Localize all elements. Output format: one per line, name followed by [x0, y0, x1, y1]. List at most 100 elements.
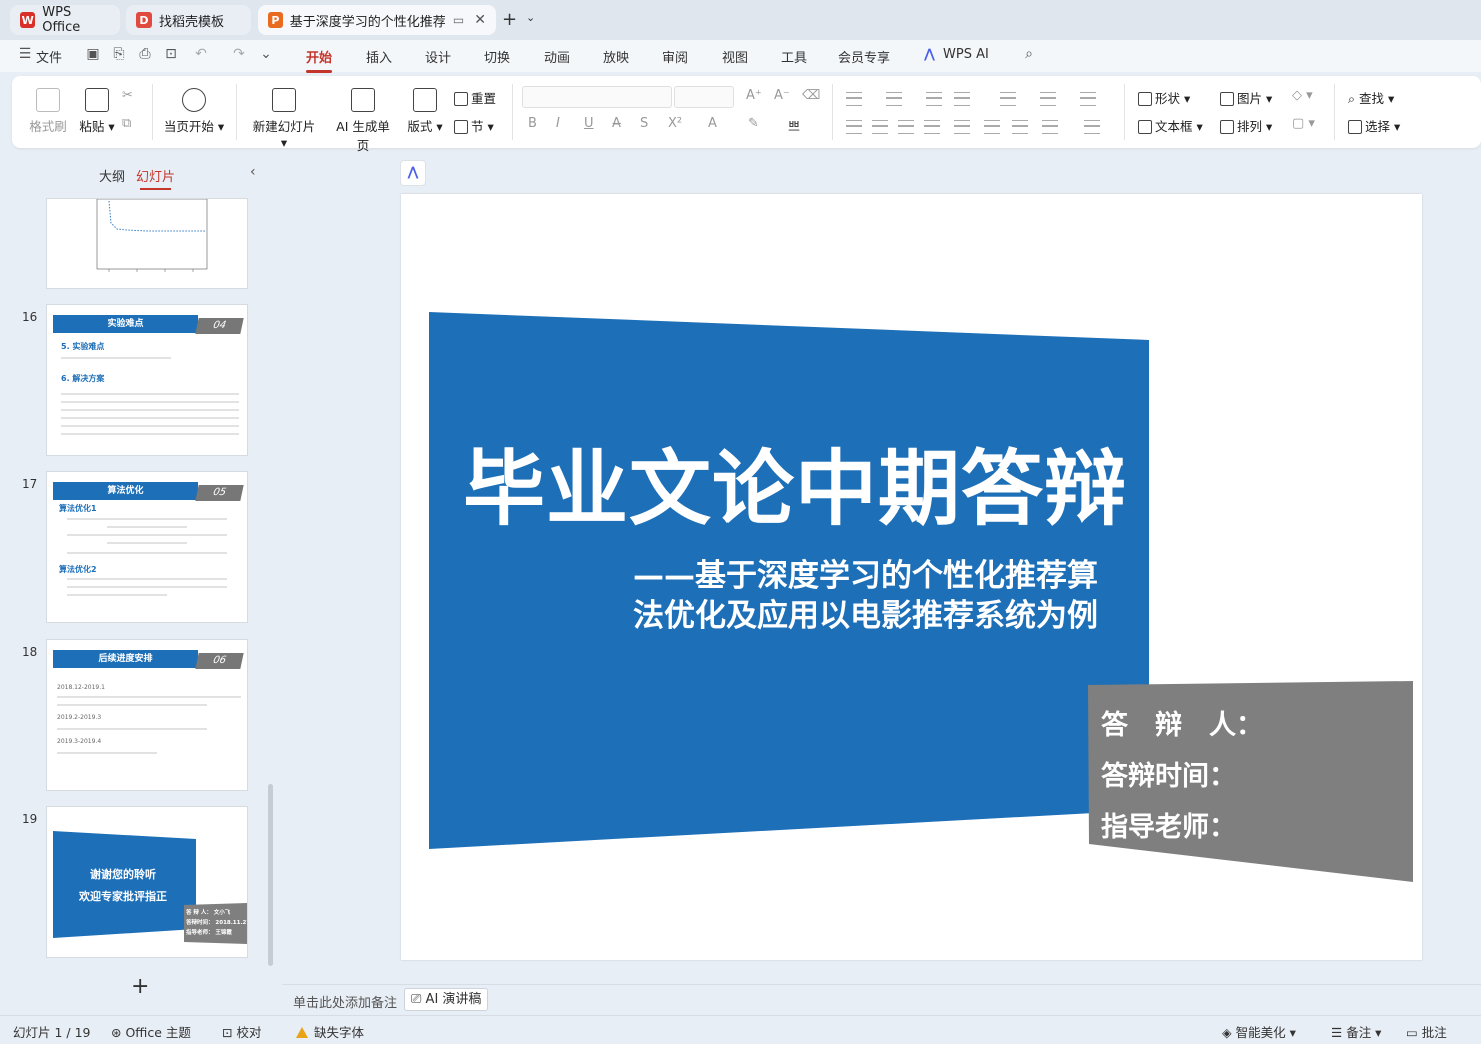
- reset-button[interactable]: 重置: [454, 88, 496, 107]
- current-slide[interactable]: 毕业文论中期答辩 ——基于深度学习的个性化推荐算 法优化及应用以电影推荐系统为例…: [401, 194, 1422, 960]
- date-label[interactable]: 答辩时间：: [1101, 754, 1236, 793]
- font-size-select[interactable]: [674, 86, 734, 108]
- decrease-indent-icon[interactable]: [926, 92, 942, 106]
- advisor-label[interactable]: 指导老师：: [1101, 805, 1236, 844]
- print-preview-icon[interactable]: ⊡: [162, 46, 180, 64]
- tab-slides[interactable]: 幻灯片: [136, 166, 175, 190]
- sort-icon[interactable]: [1040, 92, 1056, 106]
- tab-docer[interactable]: D 找稻壳模板: [126, 5, 251, 35]
- shadow-icon[interactable]: S: [640, 116, 648, 131]
- italic-icon[interactable]: I: [556, 116, 560, 131]
- menu-home[interactable]: 开始: [306, 47, 333, 73]
- find-button[interactable]: ⌕ 查找 ▾: [1348, 88, 1394, 107]
- new-slide-button[interactable]: 新建幻灯片 ▾: [248, 88, 320, 150]
- notes-toggle-button[interactable]: ☰ 备注 ▾: [1331, 1022, 1381, 1041]
- wps-ai-float-icon[interactable]: ⋀: [400, 160, 426, 186]
- outline-icon[interactable]: ▢ ▾: [1292, 116, 1315, 131]
- menu-membership[interactable]: 会员专享: [838, 47, 890, 66]
- slide-thumbnail-18[interactable]: 后续进度安排 06 2018.12-2019.1 2019.2-2019.3 2…: [46, 639, 248, 791]
- panel-scrollbar[interactable]: [268, 784, 273, 966]
- textbox-button[interactable]: 文本框 ▾: [1138, 116, 1203, 135]
- underline-icon[interactable]: U: [584, 116, 594, 131]
- menu-tools[interactable]: 工具: [781, 47, 807, 66]
- notes-placeholder[interactable]: 单击此处添加备注: [293, 992, 397, 1011]
- export-icon[interactable]: ⎘: [110, 46, 128, 64]
- hamburger-icon[interactable]: ☰: [16, 46, 34, 64]
- menu-view[interactable]: 视图: [722, 47, 748, 66]
- tab-current-presentation[interactable]: P 基于深度学习的个性化推荐算 ▭ ✕: [258, 5, 496, 35]
- columns-icon[interactable]: [954, 120, 970, 134]
- menu-transitions[interactable]: 切换: [484, 47, 510, 66]
- slide-subtitle[interactable]: ——基于深度学习的个性化推荐算 法优化及应用以电影推荐系统为例: [633, 556, 1098, 636]
- new-tab-icon[interactable]: +: [502, 9, 517, 30]
- more-chevron-icon[interactable]: ⌄: [257, 46, 275, 64]
- menu-file[interactable]: 文件: [36, 47, 62, 66]
- presenter-label[interactable]: 答 辩 人：: [1101, 703, 1263, 742]
- collapse-panel-icon[interactable]: ‹: [250, 164, 256, 180]
- clear-format-icon[interactable]: ⌫: [802, 88, 820, 103]
- text-direction-icon[interactable]: [1000, 92, 1016, 106]
- copy-icon[interactable]: ⧉: [122, 116, 131, 131]
- ai-generate-slide-button[interactable]: AI 生成单页: [330, 88, 396, 154]
- start-from-current-button[interactable]: 当页开始 ▾: [162, 88, 226, 135]
- text-align-vertical-icon[interactable]: [1084, 120, 1100, 134]
- strikethrough-icon[interactable]: A̶: [612, 116, 621, 131]
- line-spacing-icon[interactable]: [984, 120, 1000, 134]
- cut-icon[interactable]: ✂: [122, 88, 133, 103]
- slide-thumbnail-17[interactable]: 算法优化 05 算法优化1 算法优化2: [46, 471, 248, 623]
- missing-font-button[interactable]: 缺失字体: [296, 1022, 364, 1041]
- layout-button[interactable]: 版式 ▾: [406, 88, 444, 135]
- slide-thumbnail-15[interactable]: [46, 198, 248, 289]
- tab-wps-office[interactable]: W WPS Office: [10, 5, 120, 35]
- menu-insert[interactable]: 插入: [366, 47, 392, 66]
- undo-icon[interactable]: ↶: [192, 46, 210, 64]
- arrange-button[interactable]: 排列 ▾: [1220, 116, 1272, 135]
- convert-smartart-icon[interactable]: [1080, 92, 1096, 106]
- bullets-icon[interactable]: [846, 92, 862, 106]
- menu-wps-ai[interactable]: WPS AI: [943, 47, 989, 62]
- font-family-select[interactable]: [522, 86, 672, 108]
- close-icon[interactable]: ✕: [474, 12, 486, 28]
- menu-design[interactable]: 设计: [425, 47, 451, 66]
- chevron-down-icon[interactable]: ⌄: [526, 11, 535, 24]
- increase-font-icon[interactable]: A⁺: [746, 88, 762, 103]
- menu-slideshow[interactable]: 放映: [603, 47, 629, 66]
- smart-beautify-button[interactable]: ◈ 智能美化 ▾: [1222, 1022, 1296, 1041]
- print-icon[interactable]: ⎙: [136, 46, 154, 64]
- align-left-icon[interactable]: [846, 120, 862, 134]
- para-settings-icon[interactable]: [1042, 120, 1058, 134]
- add-slide-icon[interactable]: +: [131, 974, 149, 999]
- slide-thumbnail-19[interactable]: 谢谢您的聆听 欢迎专家批评指正 答 辩 人： 文小飞 答辩时间： 2018.11…: [46, 806, 248, 958]
- monitor-icon[interactable]: ▭: [453, 13, 464, 27]
- slide-thumbnail-16[interactable]: 实验难点 04 5. 实验难点 6. 解决方案: [46, 304, 248, 456]
- format-painter-button[interactable]: 格式刷: [28, 88, 68, 135]
- align-center-icon[interactable]: [872, 120, 888, 134]
- justify-icon[interactable]: [924, 120, 940, 134]
- menu-animations[interactable]: 动画: [544, 47, 570, 66]
- select-button[interactable]: 选择 ▾: [1348, 116, 1400, 135]
- fill-icon[interactable]: ◇ ▾: [1292, 88, 1313, 103]
- decrease-font-icon[interactable]: A⁻: [774, 88, 790, 103]
- search-icon[interactable]: ⌕: [1020, 46, 1038, 64]
- proofing-button[interactable]: ⊡ 校对: [222, 1022, 261, 1041]
- highlight-icon[interactable]: ✎: [748, 116, 759, 131]
- menu-review[interactable]: 审阅: [662, 47, 688, 66]
- save-icon[interactable]: ▣: [84, 46, 102, 64]
- redo-icon[interactable]: ↷: [230, 46, 248, 64]
- numbering-icon[interactable]: [886, 92, 902, 106]
- bold-icon[interactable]: B: [528, 116, 537, 131]
- shape-button[interactable]: 形状 ▾: [1138, 88, 1190, 107]
- ai-speech-button[interactable]: ⎚ AI 演讲稿: [404, 988, 489, 1011]
- increase-indent-icon[interactable]: [954, 92, 970, 106]
- theme-button[interactable]: ⊛ Office 主题: [111, 1022, 191, 1041]
- paste-button[interactable]: 粘贴 ▾: [76, 88, 118, 135]
- char-spacing-icon[interactable]: 쁘: [788, 116, 800, 135]
- section-button[interactable]: 节 ▾: [454, 116, 494, 135]
- font-color-icon[interactable]: A: [708, 116, 717, 131]
- paragraph-spacing-icon[interactable]: [1012, 120, 1028, 134]
- picture-button[interactable]: 图片 ▾: [1220, 88, 1272, 107]
- superscript-icon[interactable]: X²: [668, 116, 682, 131]
- align-right-icon[interactable]: [898, 120, 914, 134]
- tab-outline[interactable]: 大纲: [99, 166, 125, 185]
- slide-title[interactable]: 毕业文论中期答辩: [463, 422, 1127, 541]
